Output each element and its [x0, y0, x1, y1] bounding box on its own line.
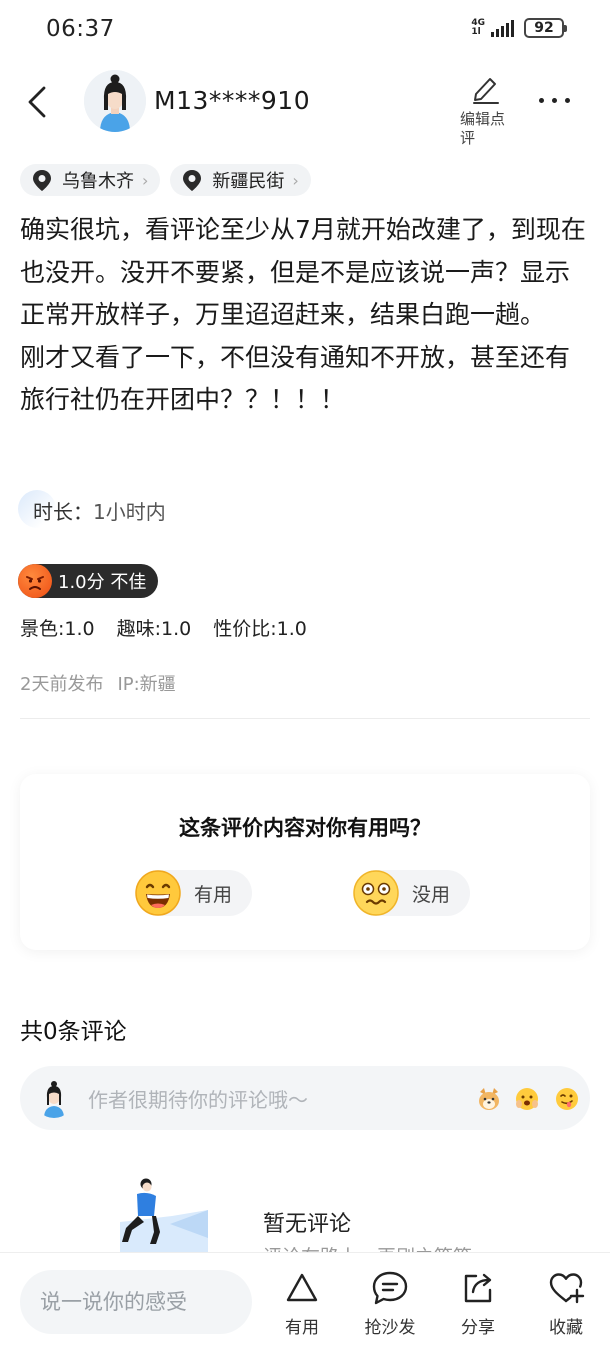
share-action-label: 分享: [461, 1318, 495, 1338]
post-time: 2天前发布: [20, 674, 104, 695]
username[interactable]: M13****910: [154, 86, 310, 115]
signal-icon: [491, 19, 514, 37]
duration-value: 1小时内: [93, 499, 166, 524]
share-action-button[interactable]: 分享: [443, 1269, 513, 1338]
score-badge: 1.0分 不佳: [18, 564, 159, 598]
edit-review-button[interactable]: 编辑点评: [460, 74, 520, 148]
location-tags: 乌鲁木齐 › 新疆民街 ›: [20, 164, 311, 196]
comment-action-label: 抢沙发: [364, 1318, 416, 1338]
empty-title: 暂无评论: [263, 1212, 352, 1237]
favorite-action-label: 收藏: [549, 1318, 583, 1338]
chevron-right-icon: ›: [292, 170, 299, 190]
score-text: 1.0分 不佳: [58, 572, 147, 593]
comment-count: 共0条评论: [20, 1019, 127, 1045]
comment-input[interactable]: 作者很期待你的评论哦～: [20, 1066, 590, 1130]
subscore-scenery: 景色:1.0: [20, 618, 95, 640]
status-icons: 4G 1l 92: [471, 18, 567, 38]
angry-face-icon: [18, 564, 52, 598]
status-bar: 06:37 4G 1l 92: [0, 0, 610, 58]
comment-icon: [372, 1271, 408, 1305]
edit-review-label: 编辑点评: [460, 110, 506, 147]
location-pin-icon: [183, 170, 202, 191]
shy-face-emoji-icon[interactable]: [514, 1086, 540, 1112]
sub-scores: 景色:1.0 趣味:1.0 性价比:1.0: [20, 614, 307, 641]
review-body: 确实很坑，看评论至少从7月就开始改建了，到现在也没开。没开不要紧，但是不是应该说…: [20, 215, 586, 414]
useful-action-label: 有用: [285, 1318, 319, 1338]
more-dots-icon: [538, 97, 544, 103]
user-avatar-icon: [84, 70, 146, 132]
tag-place-label: 新疆民街: [212, 171, 285, 192]
network-indicator: 4G 1l: [471, 18, 485, 37]
divider: [20, 718, 590, 719]
comment-placeholder: 作者很期待你的评论哦～: [88, 1088, 308, 1112]
useful-yes-button[interactable]: 有用: [134, 869, 253, 917]
duration-info: 时长：1小时内: [18, 490, 166, 530]
useful-feedback-card: 这条评价内容对你有用吗？ 有用 没用: [20, 774, 590, 950]
more-options-button[interactable]: [534, 88, 574, 112]
bottom-action-bar: 说一说你的感受 有用 抢沙发 分享 收藏: [0, 1252, 610, 1350]
battery-level: 92: [534, 20, 554, 36]
subscore-fun: 趣味:1.0: [116, 618, 192, 640]
chevron-left-icon: [28, 86, 46, 118]
post-ip: IP:新疆: [117, 674, 176, 695]
empty-comments: 暂无评论 评论在路上，再刷之等等: [0, 1176, 610, 1268]
useful-no-button[interactable]: 没用: [352, 869, 471, 917]
tongue-face-emoji-icon[interactable]: [554, 1086, 580, 1112]
tag-city[interactable]: 乌鲁木齐 ›: [20, 164, 161, 196]
useful-no-label: 没用: [412, 883, 451, 906]
useful-question: 这条评价内容对你有用吗？: [179, 816, 431, 840]
share-icon: [464, 1273, 492, 1303]
post-meta: 2天前发布 IP:新疆: [20, 670, 176, 696]
status-time: 06:37: [46, 16, 115, 42]
tag-city-label: 乌鲁木齐: [62, 171, 134, 192]
pencil-icon: [473, 78, 499, 104]
chevron-right-icon: ›: [142, 170, 149, 190]
heart-plus-icon: [549, 1273, 585, 1304]
feedback-input[interactable]: 说一说你的感受: [20, 1270, 252, 1334]
comment-action-button[interactable]: 抢沙发: [355, 1269, 425, 1338]
favorite-action-button[interactable]: 收藏: [531, 1269, 601, 1338]
tag-place[interactable]: 新疆民街 ›: [170, 164, 311, 196]
confused-face-icon: [352, 869, 400, 917]
useful-action-button[interactable]: 有用: [267, 1269, 337, 1338]
avatar: [34, 1078, 74, 1118]
location-pin-icon: [33, 170, 51, 191]
laughing-face-icon: [134, 869, 182, 917]
triangle-icon: [286, 1273, 318, 1302]
top-nav: M13****910 编辑点评: [0, 66, 610, 147]
subscore-value: 性价比:1.0: [213, 618, 307, 640]
avatar[interactable]: [84, 70, 146, 132]
back-button[interactable]: [22, 84, 56, 120]
battery-icon: 92: [524, 18, 567, 38]
empty-state-illustration: [112, 1176, 212, 1256]
duration-label: 时长：: [33, 499, 93, 524]
useful-yes-label: 有用: [194, 883, 233, 906]
dog-emoji-icon[interactable]: [476, 1086, 502, 1112]
